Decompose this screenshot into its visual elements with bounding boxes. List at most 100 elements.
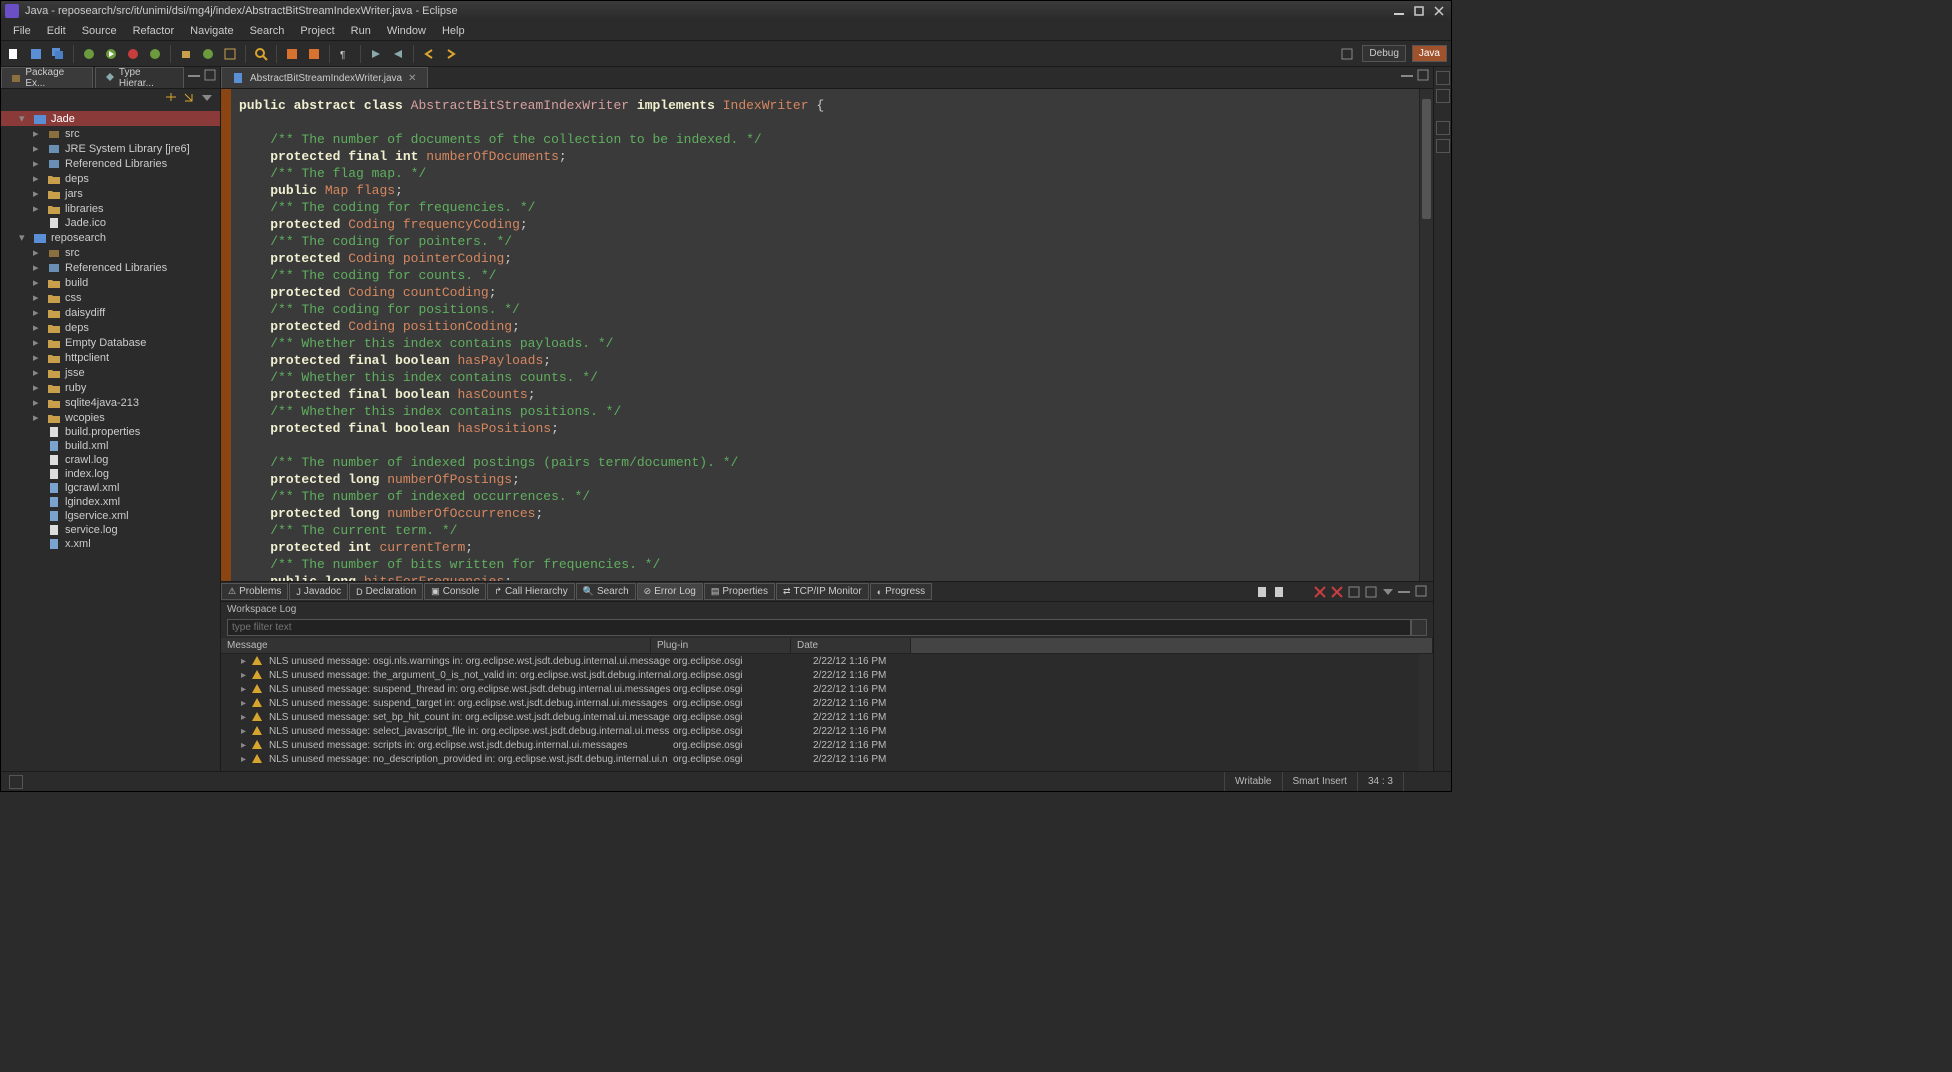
new-button[interactable] <box>5 45 23 63</box>
tree-item[interactable]: ▾Jade <box>1 111 220 126</box>
save-all-button[interactable] <box>49 45 67 63</box>
log-row[interactable]: ▸NLS unused message: the_argument_0_is_n… <box>221 668 1419 682</box>
status-icon[interactable] <box>9 775 23 789</box>
minimize-button[interactable] <box>1391 4 1407 18</box>
type-hierarchy-tab[interactable]: Type Hierar... <box>95 67 184 88</box>
package-explorer-tree[interactable]: ▾Jade▸src▸JRE System Library [jre6]▸Refe… <box>1 109 220 771</box>
bottom-tab-console[interactable]: ▣Console <box>424 583 486 600</box>
log-row[interactable]: ▸NLS unused message: no_description_prov… <box>221 752 1419 766</box>
tree-item[interactable]: ▸Empty Database <box>1 335 220 350</box>
forward-button[interactable] <box>442 45 460 63</box>
bottom-tab-errorlog[interactable]: ⊘Error Log <box>637 583 703 600</box>
menu-window[interactable]: Window <box>379 23 434 39</box>
tree-item[interactable]: ▸ruby <box>1 380 220 395</box>
tree-item[interactable]: ▸deps <box>1 171 220 186</box>
view-menu-icon[interactable] <box>200 91 214 105</box>
close-tab-icon[interactable]: ✕ <box>408 73 416 84</box>
new-class-button[interactable] <box>199 45 217 63</box>
bottom-minimize-icon[interactable] <box>1398 585 1412 599</box>
tree-item[interactable]: Jade.ico <box>1 216 220 230</box>
tree-item[interactable]: ▸libraries <box>1 201 220 216</box>
menu-project[interactable]: Project <box>292 23 342 39</box>
bottom-tab-javadoc[interactable]: JJavadoc <box>289 583 348 600</box>
editor-scrollbar[interactable] <box>1419 89 1433 581</box>
log-row[interactable]: ▸NLS unused message: suspend_target in: … <box>221 696 1419 710</box>
log-table-body[interactable]: ▸NLS unused message: osgi.nls.warnings i… <box>221 654 1419 771</box>
menu-search[interactable]: Search <box>242 23 293 39</box>
menu-help[interactable]: Help <box>434 23 473 39</box>
tree-item[interactable]: ▸src <box>1 245 220 260</box>
menu-run[interactable]: Run <box>343 23 379 39</box>
restore-log-icon[interactable] <box>1364 585 1378 599</box>
new-package-button[interactable] <box>177 45 195 63</box>
tree-item[interactable]: ▸deps <box>1 320 220 335</box>
menu-file[interactable]: File <box>5 23 39 39</box>
tree-item[interactable]: lgservice.xml <box>1 509 220 523</box>
tree-item[interactable]: ▸jsse <box>1 365 220 380</box>
maximize-button[interactable] <box>1411 4 1427 18</box>
delete-log-icon[interactable] <box>1330 585 1344 599</box>
tree-item[interactable]: build.properties <box>1 425 220 439</box>
tree-item[interactable]: ▸wcopies <box>1 410 220 425</box>
tree-item[interactable]: ▸Referenced Libraries <box>1 156 220 171</box>
open-type-button[interactable] <box>221 45 239 63</box>
tree-item[interactable]: ▸build <box>1 275 220 290</box>
log-row[interactable]: ▸NLS unused message: set_bp_hit_count in… <box>221 710 1419 724</box>
open-log-icon[interactable] <box>1347 585 1361 599</box>
log-row[interactable]: ▸NLS unused message: select_javascript_f… <box>221 724 1419 738</box>
toggle-mark-button[interactable] <box>283 45 301 63</box>
log-scrollbar[interactable] <box>1419 654 1433 771</box>
code-editor[interactable]: public abstract class AbstractBitStreamI… <box>221 89 1433 581</box>
col-message[interactable]: Message <box>221 638 651 653</box>
tree-item[interactable]: lgindex.xml <box>1 495 220 509</box>
tree-item[interactable]: build.xml <box>1 439 220 453</box>
tree-item[interactable]: ▸jars <box>1 186 220 201</box>
bottom-tab-search[interactable]: 🔍Search <box>576 583 636 600</box>
editor-minimize-icon[interactable] <box>1401 69 1415 83</box>
tree-item[interactable]: service.log <box>1 523 220 537</box>
bottom-tab-properties[interactable]: ▤Properties <box>704 583 775 600</box>
trim-button-1[interactable] <box>1436 121 1450 135</box>
next-annotation-button[interactable] <box>367 45 385 63</box>
menu-refactor[interactable]: Refactor <box>125 23 183 39</box>
maximize-view-icon[interactable] <box>204 69 218 83</box>
search-button[interactable] <box>252 45 270 63</box>
log-row[interactable]: ▸NLS unused message: osgi.nls.warnings i… <box>221 654 1419 668</box>
bottom-tab-progress[interactable]: ◐Progress <box>870 583 932 600</box>
editor-maximize-icon[interactable] <box>1417 69 1431 83</box>
toggle-block-button[interactable] <box>305 45 323 63</box>
show-whitespace-button[interactable]: ¶ <box>336 45 354 63</box>
log-row[interactable]: ▸NLS unused message: scripts in: org.ecl… <box>221 738 1419 752</box>
bottom-tab-tcpipmonitor[interactable]: ⇄TCP/IP Monitor <box>776 583 869 600</box>
menu-navigate[interactable]: Navigate <box>182 23 241 39</box>
task-list-button[interactable] <box>1436 89 1450 103</box>
back-button[interactable] <box>420 45 438 63</box>
col-date[interactable]: Date <box>791 638 911 653</box>
collapse-all-icon[interactable] <box>164 91 178 105</box>
java-perspective[interactable]: Java <box>1412 45 1447 62</box>
run-button[interactable] <box>102 45 120 63</box>
tree-item[interactable]: crawl.log <box>1 453 220 467</box>
tree-item[interactable]: ▸css <box>1 290 220 305</box>
scrollbar-thumb[interactable] <box>1422 99 1431 219</box>
tree-item[interactable]: ▸JRE System Library [jre6] <box>1 141 220 156</box>
tree-item[interactable]: index.log <box>1 467 220 481</box>
tree-item[interactable]: ▸sqlite4java-213 <box>1 395 220 410</box>
menu-edit[interactable]: Edit <box>39 23 74 39</box>
tree-item[interactable]: ▸Referenced Libraries <box>1 260 220 275</box>
bottom-tab-callhierarchy[interactable]: ↱Call Hierarchy <box>487 583 574 600</box>
editor-gutter[interactable] <box>221 89 231 581</box>
outline-view-button[interactable] <box>1436 71 1450 85</box>
bottom-maximize-icon[interactable] <box>1415 585 1429 599</box>
tree-item[interactable]: ▸src <box>1 126 220 141</box>
tree-item[interactable]: ▾reposearch <box>1 230 220 245</box>
bottom-tab-problems[interactable]: ⚠Problems <box>221 583 288 600</box>
minimize-view-icon[interactable] <box>188 69 202 83</box>
clear-filter-button[interactable] <box>1411 619 1427 636</box>
menu-source[interactable]: Source <box>74 23 125 39</box>
clear-log-icon[interactable] <box>1313 585 1327 599</box>
trim-button-2[interactable] <box>1436 139 1450 153</box>
package-explorer-tab[interactable]: Package Ex... <box>1 67 93 88</box>
log-row[interactable]: ▸NLS unused message: suspend_thread in: … <box>221 682 1419 696</box>
prev-annotation-button[interactable] <box>389 45 407 63</box>
